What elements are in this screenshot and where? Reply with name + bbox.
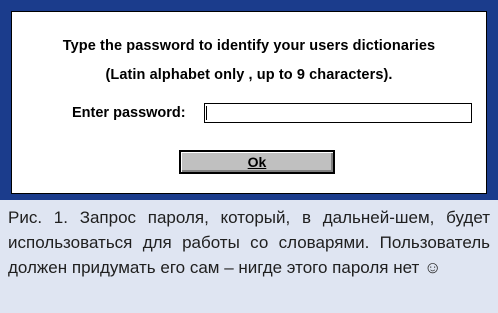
ok-button-label: Ok: [247, 154, 267, 170]
dialog-message-line1: Type the password to identify your users…: [62, 38, 436, 54]
text-caret: [206, 106, 207, 120]
password-input[interactable]: [204, 103, 472, 123]
dialog-message-line2: (Latin alphabet only , up to 9 character…: [105, 67, 393, 83]
ok-button[interactable]: Ok: [179, 150, 335, 174]
password-dialog: Type the password to identify your users…: [11, 11, 487, 194]
figure-caption: Рис. 1. Запрос пароля, который, в дальне…: [0, 200, 498, 313]
password-label: Enter password:: [72, 105, 186, 121]
